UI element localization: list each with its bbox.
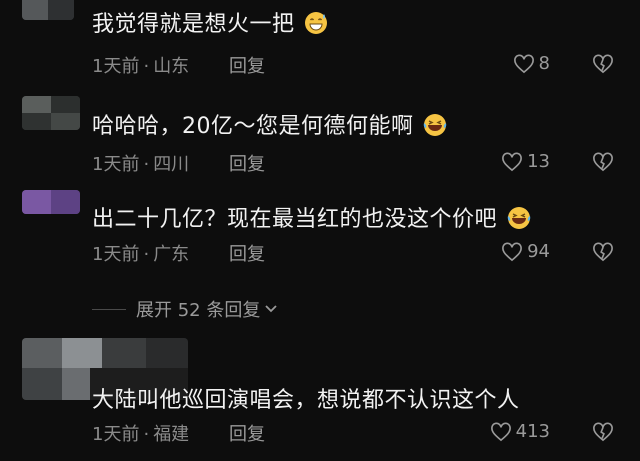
reply-button[interactable]: 回复 <box>229 52 265 78</box>
like-count: 8 <box>538 53 550 74</box>
like-count: 94 <box>527 241 550 262</box>
laughing-tears-emoji-icon <box>507 207 530 229</box>
broken-heart-icon[interactable] <box>592 422 614 442</box>
comment-text: 我觉得就是想火一把 <box>92 12 295 37</box>
divider <box>92 308 126 310</box>
expand-replies-button[interactable]: 展开 52 条回复 <box>92 296 280 322</box>
avatar[interactable] <box>22 190 80 214</box>
broken-heart-icon[interactable] <box>592 54 614 74</box>
broken-heart-icon[interactable] <box>592 242 614 262</box>
comment-location: 广东 <box>153 244 190 265</box>
meta-separator: · <box>143 244 150 265</box>
like-button[interactable]: 8 <box>513 53 550 74</box>
like-button[interactable]: 13 <box>501 151 550 172</box>
comment-age: 1天前 <box>92 56 140 77</box>
like-button[interactable]: 94 <box>501 241 550 262</box>
laughing-tears-emoji-icon <box>423 114 447 136</box>
heart-outline-icon <box>502 242 523 261</box>
reply-button[interactable]: 回复 <box>229 150 265 176</box>
like-button[interactable]: 413 <box>490 421 550 442</box>
heart-outline-icon <box>502 152 523 171</box>
comment-location: 山东 <box>153 56 190 77</box>
avatar[interactable] <box>22 96 80 130</box>
meta-separator: · <box>143 424 150 445</box>
meta-separator: · <box>143 154 150 175</box>
chevron-down-icon <box>265 305 277 313</box>
comment-age: 1天前 <box>92 424 140 445</box>
heart-outline-icon <box>513 54 534 73</box>
heart-outline-icon <box>490 422 511 441</box>
meta-separator: · <box>143 56 150 77</box>
broken-heart-icon[interactable] <box>592 152 614 172</box>
grinning-sweat-emoji-icon <box>305 12 328 34</box>
comment-location: 福建 <box>153 424 190 445</box>
avatar[interactable] <box>22 0 74 20</box>
comment-text: 大陆叫他巡回演唱会，想说都不认识这个人 <box>92 388 520 413</box>
comment-age: 1天前 <box>92 154 140 175</box>
comment-text: 出二十几亿？现在最当红的也没这个价吧 <box>92 207 498 232</box>
reply-button[interactable]: 回复 <box>229 240 265 266</box>
expand-replies-label: 展开 52 条回复 <box>136 300 261 321</box>
like-count: 13 <box>527 151 550 172</box>
like-count: 413 <box>515 421 550 442</box>
reply-button[interactable]: 回复 <box>229 420 265 446</box>
comment-text: 哈哈哈，20亿～您是何德何能啊 <box>92 114 414 139</box>
comment-age: 1天前 <box>92 244 140 265</box>
comment-location: 四川 <box>153 154 190 175</box>
